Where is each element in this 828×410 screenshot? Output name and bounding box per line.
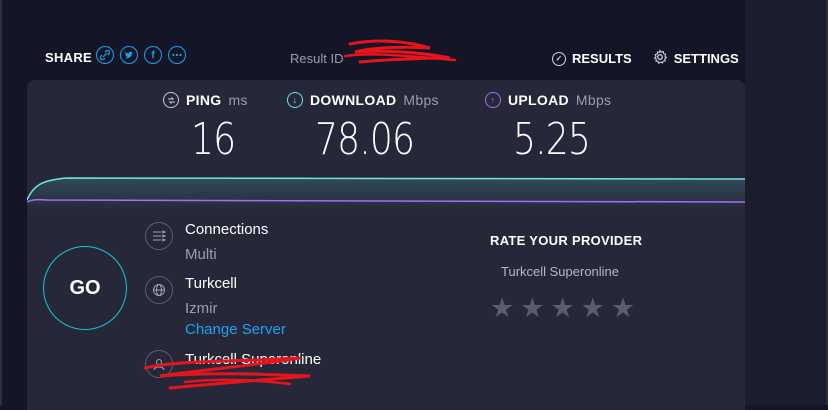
change-server-link[interactable]: Change Server — [185, 321, 286, 338]
star-icon[interactable]: ★ — [581, 293, 605, 323]
gear-icon — [652, 49, 668, 68]
star-icon[interactable]: ★ — [550, 293, 574, 323]
star-icon[interactable]: ★ — [520, 293, 544, 323]
go-button[interactable]: GO — [43, 246, 127, 330]
speed-graph — [27, 177, 745, 210]
redaction-scribble — [143, 356, 311, 390]
upload-metric: ↑ UPLOAD Mbps 5.25 — [485, 92, 612, 165]
upload-label: UPLOAD — [508, 92, 569, 108]
facebook-icon[interactable]: f — [144, 46, 162, 64]
ping-label: PING — [186, 92, 222, 108]
rate-provider-name: Turkcell Superonline — [501, 264, 620, 279]
top-nav: ✓ RESULTS SETTINGS — [552, 49, 739, 68]
result-id-label: Result ID — [290, 51, 344, 66]
redaction-scribble — [343, 39, 457, 64]
star-icon[interactable]: ★ — [490, 293, 514, 323]
download-unit: Mbps — [403, 92, 439, 108]
upload-arrow-icon: ↑ — [485, 92, 501, 108]
link-icon[interactable] — [96, 46, 114, 64]
download-label: DOWNLOAD — [310, 92, 397, 108]
download-graph-fill — [27, 178, 745, 210]
twitter-icon[interactable] — [120, 46, 138, 64]
server-name: Turkcell — [185, 275, 237, 292]
ping-icon — [163, 92, 179, 108]
download-metric: ↓ DOWNLOAD Mbps 78.06 — [287, 92, 439, 165]
ping-metric: PING ms 16 — [163, 92, 248, 165]
star-icon[interactable]: ★ — [611, 293, 635, 323]
ping-unit: ms — [228, 92, 248, 108]
ping-value: 16 — [191, 114, 236, 165]
settings-label: SETTINGS — [673, 51, 739, 66]
rate-provider-title: RATE YOUR PROVIDER — [490, 233, 643, 248]
upload-unit: Mbps — [575, 92, 612, 108]
connections-icon — [145, 222, 173, 250]
connections-title: Connections — [185, 221, 269, 238]
top-bar: SHARE f Result ID ✓ RESULTS SETTINGS — [0, 0, 745, 80]
share-icons: f — [96, 46, 186, 64]
share-label: SHARE — [45, 50, 93, 65]
check-icon: ✓ — [552, 51, 566, 66]
rating-stars: ★ ★ ★ ★ ★ — [490, 293, 635, 323]
download-arrow-icon: ↓ — [287, 92, 303, 108]
connections-value[interactable]: Multi — [185, 246, 217, 263]
server-location: Izmir — [185, 300, 218, 317]
settings-button[interactable]: SETTINGS — [652, 49, 739, 68]
more-icon[interactable] — [168, 46, 186, 64]
upload-value: 5.25 — [513, 114, 591, 165]
right-margin — [745, 0, 828, 405]
globe-icon — [145, 276, 173, 304]
download-value: 78.06 — [315, 114, 415, 165]
results-label: RESULTS — [572, 51, 632, 66]
results-button[interactable]: ✓ RESULTS — [552, 49, 632, 68]
